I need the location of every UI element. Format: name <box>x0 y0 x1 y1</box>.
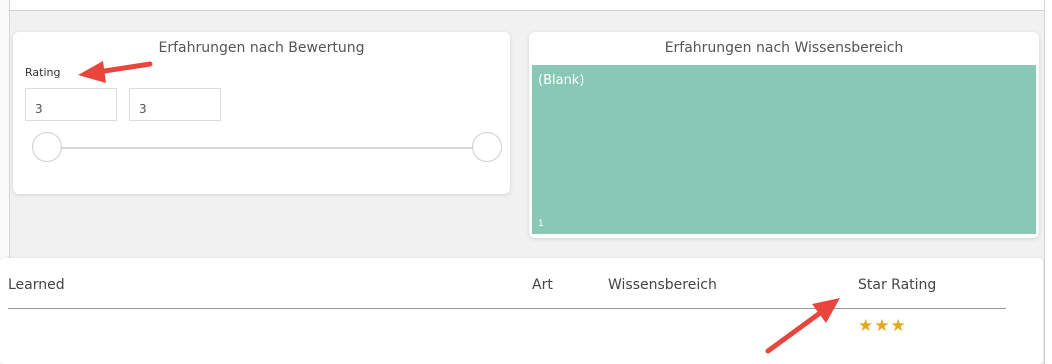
rating-slider-max-handle[interactable] <box>472 132 502 162</box>
experiences-table-card: Learned Art Wissensbereich Star Rating ★… <box>0 258 1043 364</box>
slicer-title: Erfahrungen nach Bewertung <box>158 40 365 56</box>
rating-slider-min-handle[interactable] <box>32 132 62 162</box>
rating-field-label: Rating <box>25 66 61 79</box>
treemap-tile-value: 1 <box>538 219 544 229</box>
star-rating-cell: ★★★ <box>858 316 907 336</box>
column-header-art[interactable]: Art <box>532 277 553 293</box>
column-header-wissensbereich[interactable]: Wissensbereich <box>608 277 717 293</box>
treemap-tile-label: (Blank) <box>538 73 585 88</box>
treemap-tile-blank[interactable]: (Blank) 1 <box>532 65 1036 234</box>
rating-slicer-card: Erfahrungen nach Bewertung Rating <box>13 32 510 194</box>
rating-slider-track[interactable] <box>47 147 489 149</box>
column-header-star-rating[interactable]: Star Rating <box>858 277 936 293</box>
column-header-learned[interactable]: Learned <box>8 277 65 293</box>
rating-min-input[interactable] <box>25 88 117 121</box>
treemap-title: Erfahrungen nach Wissensbereich <box>664 40 904 56</box>
rating-max-input[interactable] <box>129 88 221 121</box>
window-top-edge <box>0 0 1052 11</box>
window-right-edge <box>1044 0 1052 364</box>
table-header-divider <box>8 308 1006 309</box>
knowledge-area-treemap-card: Erfahrungen nach Wissensbereich (Blank) … <box>529 32 1039 238</box>
